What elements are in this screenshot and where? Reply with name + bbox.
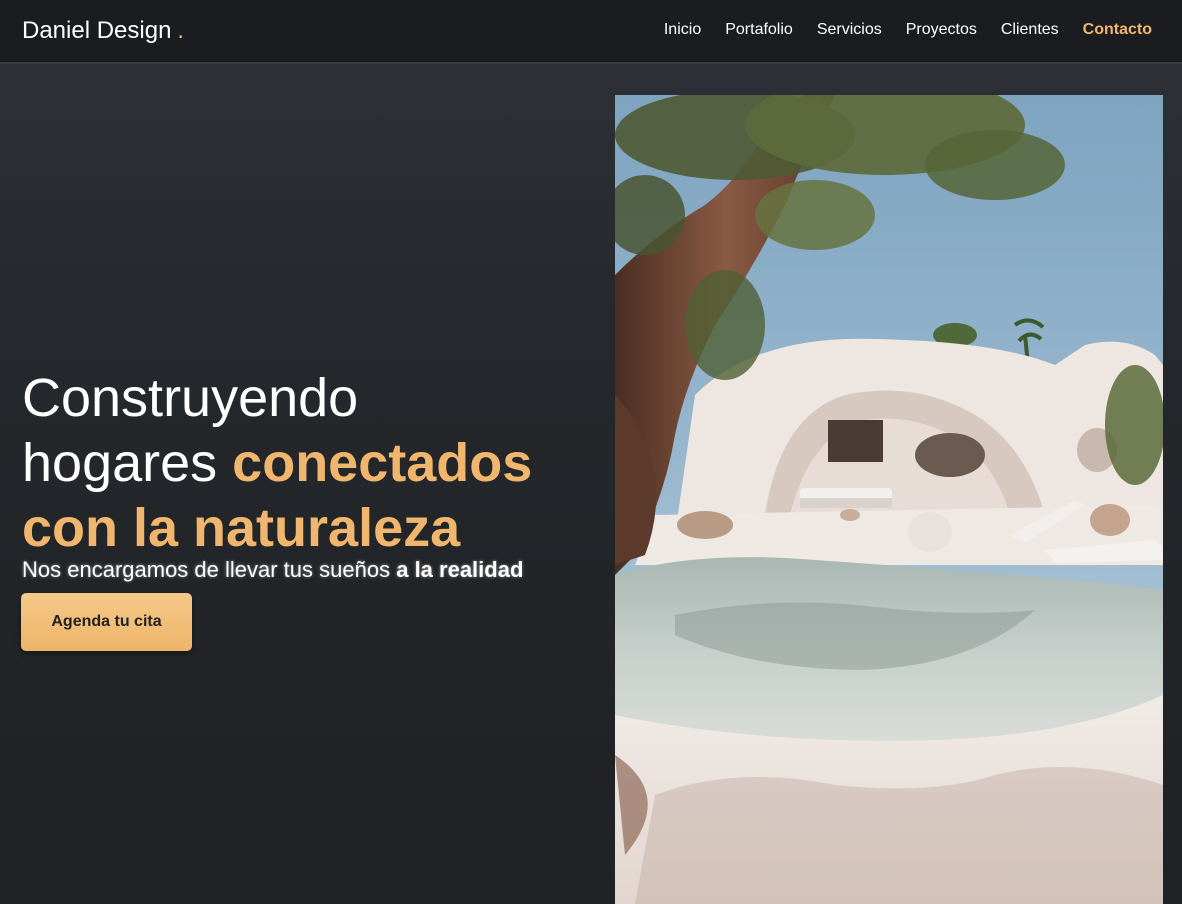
hero-image xyxy=(615,95,1163,904)
top-navbar: Daniel Design. Inicio Portafolio Servici… xyxy=(0,0,1182,64)
headline-line-2: hogares xyxy=(22,433,218,493)
brand-logo[interactable]: Daniel Design. xyxy=(22,17,184,45)
main-nav: Inicio Portafolio Servicios Proyectos Cl… xyxy=(640,20,1152,40)
nav-item-contacto[interactable]: Contacto xyxy=(1083,20,1152,40)
nav-item-portafolio[interactable]: Portafolio xyxy=(725,20,793,40)
headline-line-1: Construyendo xyxy=(22,368,359,428)
brand-dot: . xyxy=(177,17,185,44)
hero-headline: Construyendo hogares conectados con la n… xyxy=(22,366,602,561)
headline-accent-2: con la naturaleza xyxy=(22,498,461,558)
brand-name: Daniel Design xyxy=(22,17,172,44)
nav-item-proyectos[interactable]: Proyectos xyxy=(906,20,977,40)
nav-item-inicio[interactable]: Inicio xyxy=(664,20,701,40)
subtitle-text: Nos encargamos de llevar tus sueños xyxy=(22,557,391,582)
book-appointment-button[interactable]: Agenda tu cita xyxy=(21,593,192,651)
subtitle-emphasis: a la realidad xyxy=(396,557,524,582)
nav-item-servicios[interactable]: Servicios xyxy=(817,20,882,40)
headline-accent-1: conectados xyxy=(232,433,533,493)
nav-item-clientes[interactable]: Clientes xyxy=(1001,20,1059,40)
hero-section: Construyendo hogares conectados con la n… xyxy=(0,64,1182,904)
hero-subtitle: Nos encargamos de llevar tus sueños a la… xyxy=(22,557,523,583)
